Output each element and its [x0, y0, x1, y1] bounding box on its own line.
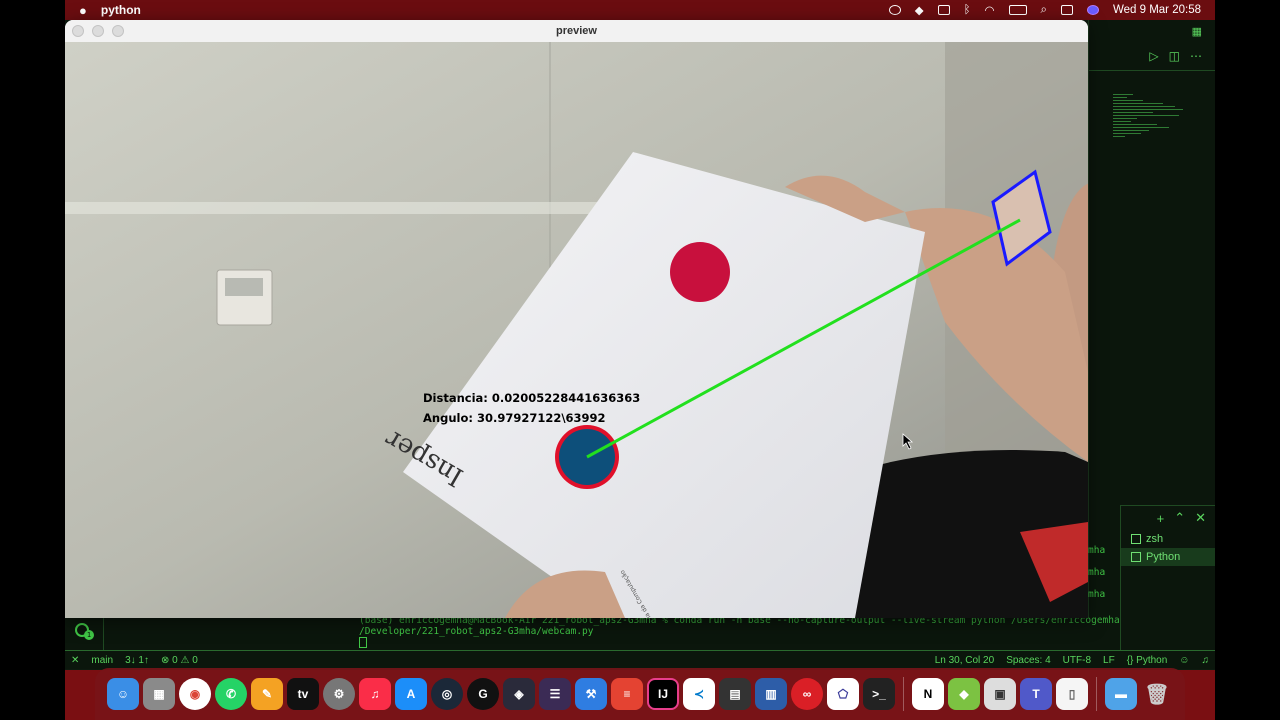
whatsapp-icon[interactable]: ✆: [215, 678, 247, 710]
bluetooth-icon[interactable]: ᛒ: [964, 4, 971, 16]
cursor-position[interactable]: Ln 30, Col 20: [929, 655, 1001, 666]
bell-icon[interactable]: ♫: [1196, 655, 1216, 666]
siri-icon[interactable]: [1086, 5, 1099, 15]
box-icon[interactable]: ◆: [948, 678, 980, 710]
more-icon[interactable]: ⋯: [1190, 49, 1202, 63]
intellij-icon[interactable]: IJ: [647, 678, 679, 710]
problems-indicator[interactable]: ⊗ 0 ⚠ 0: [155, 655, 204, 666]
display-icon[interactable]: [937, 5, 950, 15]
dock-separator: [1096, 677, 1097, 711]
wifi-icon[interactable]: ◠: [984, 3, 994, 17]
red-dot: [670, 242, 730, 302]
notion-icon[interactable]: N: [912, 678, 944, 710]
encoding[interactable]: UTF-8: [1057, 655, 1097, 666]
terminal-command-path: /Developer/221_robot_aps2-G3mha/webcam.p…: [359, 626, 594, 637]
clock-text[interactable]: Wed 9 Mar 20:58: [1113, 4, 1201, 16]
preview-window[interactable]: preview Insper Distancia: 0.020052284416…: [65, 20, 1088, 618]
terminal-session-zsh[interactable]: zsh: [1121, 530, 1215, 548]
preview-icon[interactable]: ▣: [984, 678, 1016, 710]
teams-icon[interactable]: T: [1020, 678, 1052, 710]
logitech-icon[interactable]: G: [467, 678, 499, 710]
notification-badge: 1: [84, 630, 94, 640]
davinci-icon[interactable]: ◈: [503, 678, 535, 710]
run-icon[interactable]: ▷: [1149, 49, 1158, 63]
trash-icon[interactable]: 🗑: [1141, 678, 1173, 710]
window-titlebar[interactable]: preview: [65, 20, 1088, 43]
window-title: preview: [556, 25, 597, 37]
camera-feed: Insper Engenharia da Computação Distanci…: [65, 42, 1088, 618]
settings-icon[interactable]: ⚙: [323, 678, 355, 710]
line-ending[interactable]: LF: [1097, 655, 1121, 666]
search-icon[interactable]: ⌕: [1041, 4, 1047, 17]
vscode-icon[interactable]: ≺: [683, 678, 715, 710]
terminal-session-python[interactable]: Python: [1121, 548, 1215, 566]
terminal[interactable]: 1 (base) enriccogemha@MacBook-Air 221_ro…: [65, 615, 1120, 650]
angle-readout: Angulo: 30.97927122\63992: [423, 411, 606, 425]
maximize-panel-icon[interactable]: ⌃: [1174, 510, 1185, 526]
control-center-icon[interactable]: [1060, 5, 1073, 15]
dock: ☺ ▦ ◉ ✆ ✎ tv ⚙ ♫ A ◎ G ◈ ☰ ⚒ ≡ IJ ≺ ▤ ▥ …: [95, 668, 1185, 720]
remote-icon[interactable]: ✕: [65, 655, 85, 666]
music-icon[interactable]: ♫: [359, 678, 391, 710]
launchpad-icon[interactable]: ▦: [143, 678, 175, 710]
steam-icon[interactable]: ◎: [431, 678, 463, 710]
creativecloud-icon[interactable]: ∞: [791, 678, 823, 710]
finder-icon[interactable]: ☺: [107, 678, 139, 710]
terminal-sessions-panel: + ⌃ ✕ zsh Python: [1120, 505, 1215, 650]
terminal-cursor: [359, 637, 367, 648]
tv-icon[interactable]: tv: [287, 678, 319, 710]
app-menu-name[interactable]: python: [101, 3, 141, 17]
thermostat-display: [225, 278, 263, 296]
terminal-icon: [1131, 534, 1141, 544]
split-editor-icon[interactable]: ◫: [1169, 49, 1180, 63]
dropbox-icon[interactable]: ◆: [915, 3, 924, 17]
dock-separator: [903, 677, 904, 711]
apple-icon[interactable]: ●: [79, 3, 87, 18]
indentation[interactable]: Spaces: 4: [1000, 655, 1056, 666]
xcode-icon[interactable]: ⚒: [575, 678, 607, 710]
activity-gutter: 1: [65, 617, 104, 650]
language-mode[interactable]: {} Python: [1121, 655, 1174, 666]
network-icon[interactable]: ⬠: [827, 678, 859, 710]
layout-icon[interactable]: ▦: [1192, 25, 1202, 38]
appstore-icon[interactable]: A: [395, 678, 427, 710]
close-panel-icon[interactable]: ✕: [1195, 510, 1206, 526]
git-sync[interactable]: 3↓ 1↑: [119, 655, 155, 666]
monitor-icon[interactable]: ▥: [755, 678, 787, 710]
new-terminal-icon[interactable]: +: [1157, 511, 1165, 526]
record-icon[interactable]: [888, 5, 901, 15]
document-icon[interactable]: ▯: [1056, 678, 1088, 710]
terminal-overflow-text: mha mha mha: [1088, 545, 1106, 600]
git-branch[interactable]: main: [85, 655, 119, 666]
battery-icon[interactable]: [1008, 5, 1027, 15]
menu-bar: ● python ◆ ᛒ ◠ ⌕ Wed 9 Mar 20:58: [65, 0, 1215, 20]
feedback-icon[interactable]: ☺: [1173, 655, 1195, 666]
terminal-icon: [1131, 552, 1141, 562]
chrome-icon[interactable]: ◉: [179, 678, 211, 710]
status-bar: ✕ main 3↓ 1↑ ⊗ 0 ⚠ 0 Ln 30, Col 20 Space…: [65, 650, 1215, 669]
distance-readout: Distancia: 0.02005228441636363: [423, 391, 640, 405]
downloads-folder-icon[interactable]: ▬: [1105, 678, 1137, 710]
desktop: ● python ◆ ᛒ ◠ ⌕ Wed 9 Mar 20:58 ▦ ▷ ◫ ⋯: [65, 0, 1215, 720]
calculator-icon[interactable]: ▤: [719, 678, 751, 710]
menubar-icon[interactable]: ☰: [539, 678, 571, 710]
todoist-icon[interactable]: ≡: [611, 678, 643, 710]
minimap[interactable]: [1113, 92, 1183, 182]
terminal-icon[interactable]: >_: [863, 678, 895, 710]
pages-icon[interactable]: ✎: [251, 678, 283, 710]
